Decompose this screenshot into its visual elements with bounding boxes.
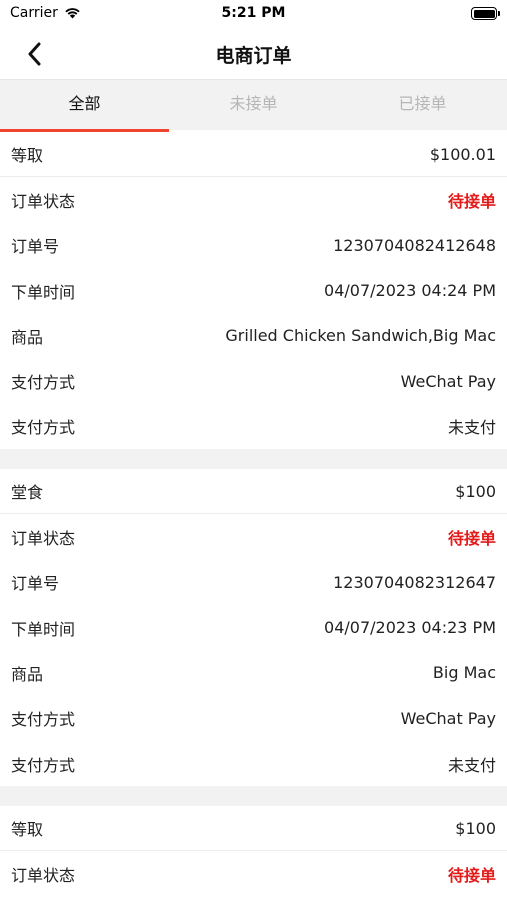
order-number-label: 订单号 (11, 237, 60, 257)
order-status: 待接单 (447, 191, 496, 211)
order-status-label: 订单状态 (11, 529, 76, 549)
order-status-row: 订单状态 待接单 (0, 514, 507, 559)
nav-bar: 电商订单 (0, 28, 507, 80)
order-number-row: 订单号 1230704082412648 (0, 223, 507, 268)
card-separator (0, 786, 507, 807)
order-goods-row: 商品 Grilled Chicken Sandwich,Big Mac (0, 313, 507, 358)
payment-method-row: 支付方式 WeChat Pay (0, 696, 507, 741)
order-goods: Big Mac (432, 663, 496, 683)
page-title: 电商订单 (215, 45, 292, 67)
status-bar: Carrier 5:21 PM (0, 0, 507, 28)
order-type-row: 等取 $100 (0, 806, 507, 852)
clock: 5:21 PM (221, 5, 286, 21)
order-goods-row: 商品 Big Mac (0, 650, 507, 695)
order-status-row: 订单状态 待接单 (0, 851, 507, 896)
order-status: 待接单 (447, 866, 496, 886)
payment-status: 未支付 (447, 418, 496, 438)
order-type-row: 堂食 $100 (0, 469, 507, 515)
payment-status: 未支付 (447, 755, 496, 775)
tab-all[interactable]: 全部 (0, 80, 169, 132)
order-card[interactable]: 等取 $100 订单状态 待接单 (0, 806, 507, 897)
order-amount: $100 (455, 818, 496, 838)
order-type: 等取 (11, 146, 44, 166)
order-time: 04/07/2023 04:23 PM (324, 618, 496, 638)
order-goods-label: 商品 (11, 664, 44, 684)
order-status-label: 订单状态 (11, 191, 76, 211)
payment-method: WeChat Pay (400, 371, 496, 391)
tab-accepted[interactable]: 已接单 (338, 80, 507, 130)
order-type: 堂食 (11, 483, 44, 503)
order-status-row: 订单状态 待接单 (0, 177, 507, 222)
order-card[interactable]: 等取 $100.01 订单状态 待接单 订单号 1230704082412648… (0, 132, 507, 450)
order-number-label: 订单号 (11, 574, 60, 594)
order-time-row: 下单时间 04/07/2023 04:24 PM (0, 268, 507, 313)
payment-status-label: 支付方式 (11, 755, 76, 775)
order-time-row: 下单时间 04/07/2023 04:23 PM (0, 605, 507, 650)
order-time-label: 下单时间 (11, 619, 76, 639)
order-number-row: 订单号 1230704082312647 (0, 560, 507, 605)
order-status-label: 订单状态 (11, 866, 76, 886)
order-card[interactable]: 堂食 $100 订单状态 待接单 订单号 1230704082312647 下单… (0, 469, 507, 787)
battery-icon (471, 7, 500, 20)
order-amount: $100.01 (429, 144, 496, 164)
order-time-label: 下单时间 (11, 282, 76, 302)
payment-method-label: 支付方式 (11, 710, 76, 730)
order-type: 等取 (11, 820, 44, 840)
tab-pending[interactable]: 未接单 (169, 80, 338, 130)
order-list: 等取 $100.01 订单状态 待接单 订单号 1230704082412648… (0, 132, 507, 897)
payment-status-row: 支付方式 未支付 (0, 404, 507, 449)
order-goods-label: 商品 (11, 327, 44, 347)
order-time: 04/07/2023 04:24 PM (324, 281, 496, 301)
order-tabs: 全部 未接单 已接单 (0, 80, 507, 132)
order-status: 待接单 (447, 529, 496, 549)
payment-status-label: 支付方式 (11, 418, 76, 438)
payment-method: WeChat Pay (400, 708, 496, 728)
payment-status-row: 支付方式 未支付 (0, 741, 507, 786)
order-goods: Grilled Chicken Sandwich,Big Mac (225, 326, 496, 346)
card-separator (0, 449, 507, 470)
order-amount: $100 (455, 481, 496, 501)
payment-method-row: 支付方式 WeChat Pay (0, 358, 507, 403)
order-type-row: 等取 $100.01 (0, 132, 507, 178)
order-number: 1230704082412648 (333, 235, 496, 255)
payment-method-label: 支付方式 (11, 373, 76, 393)
order-number: 1230704082312647 (333, 572, 496, 592)
